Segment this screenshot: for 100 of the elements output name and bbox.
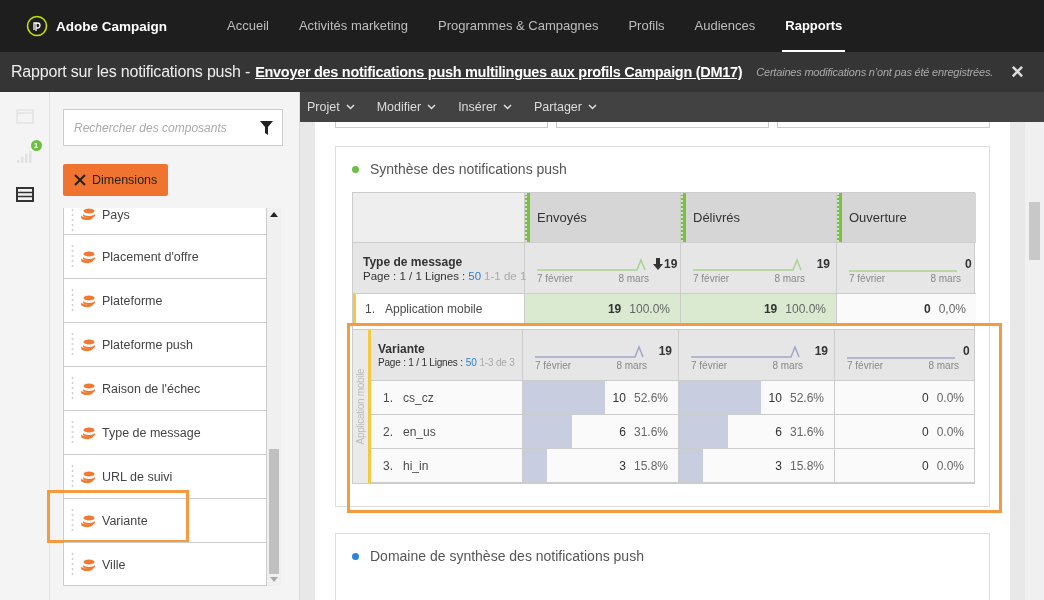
nav-tab[interactable]: Accueil (224, 0, 272, 52)
rows-per-page-link[interactable]: 50 (468, 270, 482, 282)
sort-down-arrow-icon (653, 258, 663, 270)
row-label: Application mobile (385, 302, 483, 316)
close-icon (74, 174, 86, 186)
metric-color-bar (681, 193, 686, 242)
dimension-item[interactable]: Type de message (64, 410, 266, 454)
dimension-item[interactable]: Plateforme (64, 278, 266, 322)
date-label: 7 février (691, 360, 728, 371)
date-label: 8 mars (772, 360, 803, 371)
search-field[interactable]: Rechercher des composants (63, 109, 283, 146)
cell-value: 3 (775, 458, 782, 473)
dimension-icon (81, 426, 95, 439)
row-range: 1-1 de 1 (484, 270, 527, 282)
cell-value: 10 (768, 390, 782, 405)
dimension-item[interactable]: Variante (64, 498, 266, 542)
scrollbar-thumb[interactable] (1029, 202, 1040, 260)
caret-icon (427, 104, 437, 110)
panel-title: Synthèse des notifications push (370, 161, 567, 177)
cell-value: 6 (775, 424, 782, 439)
cell-value: 19 (607, 302, 622, 316)
metric-color-bar (525, 193, 530, 242)
dimension-item[interactable]: Placement d'offre (64, 234, 266, 278)
row-number: 1. (365, 302, 375, 316)
cell-percent: 31.6% (789, 424, 824, 439)
cell-value: 19 (763, 302, 778, 316)
menu-button[interactable]: Insérer (458, 100, 513, 114)
filter-icon[interactable] (260, 121, 273, 135)
nav-tab[interactable]: Programmes & Campagnes (435, 0, 602, 52)
rows-per-page-link[interactable]: 50 (465, 357, 477, 368)
date-label: 8 mars (616, 360, 647, 371)
drag-handle-icon (71, 243, 74, 270)
date-label: 7 février (849, 272, 886, 284)
cell-percent: 0.0% (936, 458, 964, 473)
cell-value: 10 (612, 390, 626, 405)
cell-percent: 0,0% (938, 302, 966, 316)
dimension-item[interactable]: URL de suivi (64, 454, 266, 498)
scrollbar[interactable] (1025, 122, 1044, 600)
drag-handle-icon (71, 463, 74, 490)
row-number: 2. (383, 424, 393, 439)
drag-handle-icon (71, 375, 74, 402)
scrollbar[interactable] (267, 208, 281, 586)
row-label: hi_in (403, 458, 429, 473)
date-label: 7 février (847, 359, 884, 371)
nav-tab[interactable]: Activités marketing (295, 0, 411, 52)
unsaved-notice: Certaines modifications n’ont pas été enregistrées. (756, 66, 994, 78)
report-title: Rapport sur les notifications push - (11, 63, 251, 81)
total-value: 0 (963, 344, 970, 358)
menu-button[interactable]: Partager (534, 100, 597, 114)
dimension-item[interactable]: Raison de l'échec (64, 366, 266, 410)
dimension-item[interactable]: Pays (64, 208, 266, 234)
drag-handle-icon (71, 287, 74, 314)
scroll-down-icon (270, 577, 278, 582)
dimension-icon (81, 338, 95, 351)
table-icon[interactable] (15, 186, 34, 203)
app-name: Adobe Campaign (56, 18, 167, 34)
metric-color-bar (837, 193, 842, 242)
cell-value: 0 (921, 390, 929, 405)
report-link[interactable]: Envoyer des notifications push multilingues aux profils Campaign (DM17) (255, 64, 743, 80)
dimension-icon (81, 558, 95, 571)
cell-percent: 52.6% (789, 390, 824, 405)
scrollbar-thumb[interactable] (269, 449, 279, 574)
drag-handle-icon (71, 551, 74, 578)
dimension-item[interactable]: Ville (64, 542, 266, 586)
drag-handle-icon (71, 331, 74, 358)
cell-percent: 0.0% (936, 424, 964, 439)
caret-icon (588, 104, 597, 110)
cell-value: 0 (921, 424, 929, 439)
count-badge: 1 (30, 140, 42, 151)
dimension-icon (81, 514, 95, 527)
total-value: 19 (658, 344, 672, 358)
total-value: 0 (965, 257, 972, 271)
cell-percent: 52.6% (633, 390, 668, 405)
scroll-up-icon (270, 212, 278, 217)
dimension-icon (81, 208, 95, 220)
total-value: 19 (816, 257, 830, 271)
nav-tab[interactable]: Profils (625, 0, 668, 52)
menu-button[interactable]: Projet (307, 100, 355, 114)
date-label: 8 mars (930, 272, 961, 284)
dimension-icon (81, 382, 95, 395)
caret-icon (503, 104, 513, 110)
date-label: 8 mars (618, 273, 649, 284)
column-header[interactable]: Délivrés (681, 193, 837, 243)
pagination-label: Page : 1 / 1 Lignes : (363, 270, 466, 282)
date-label: 7 février (693, 273, 730, 284)
dimension-item[interactable]: Plateforme push (64, 322, 266, 366)
dimension-name: Variante (378, 342, 426, 356)
row-number: 1. (383, 390, 393, 405)
row-number: 3. (383, 458, 393, 473)
column-header[interactable]: Envoyés (525, 193, 681, 243)
row-label: cs_cz (403, 390, 434, 405)
date-label: 8 mars (774, 273, 805, 284)
dimension-icon (81, 470, 95, 483)
menu-button[interactable]: Modifier (376, 100, 437, 114)
nav-tab[interactable]: Audiences (691, 0, 759, 52)
column-header[interactable]: Ouverture (837, 193, 976, 243)
dimensions-filter-button[interactable]: Dimensions (63, 164, 169, 196)
drag-handle-icon (71, 419, 74, 446)
date-label: 7 février (535, 360, 572, 371)
close-button[interactable]: × (1007, 61, 1028, 83)
